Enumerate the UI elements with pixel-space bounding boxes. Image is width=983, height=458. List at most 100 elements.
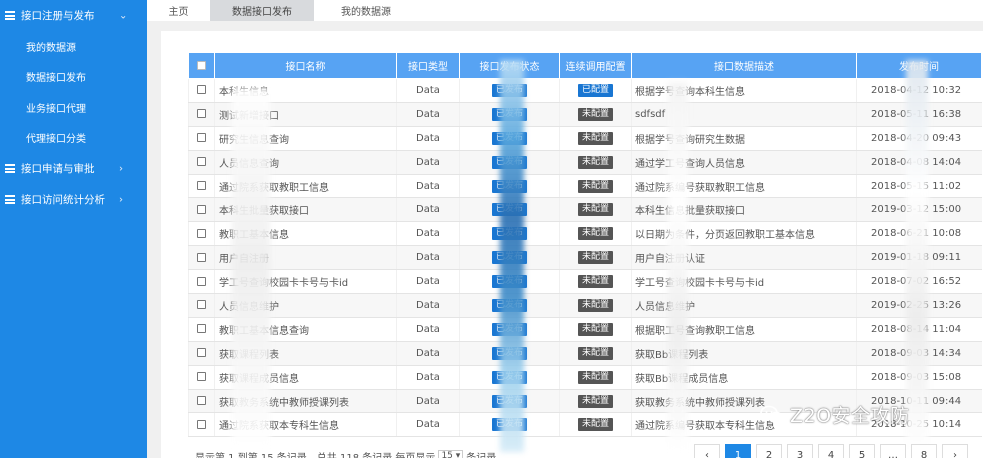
- cell-desc: 获取Bb课程列表: [631, 341, 857, 366]
- page-ellipsis: …: [880, 444, 906, 458]
- sidebar-item-business-proxy[interactable]: 业务接口代理: [0, 92, 147, 123]
- page-size-select[interactable]: 15 ▾: [438, 450, 464, 458]
- row-checkbox[interactable]: [197, 348, 206, 358]
- cell-desc: 人员信息维护: [631, 293, 857, 318]
- config-badge: 未配置: [577, 179, 613, 193]
- cell-desc: 学工号查询校园卡卡号与卡id: [631, 269, 857, 295]
- chevron-right-icon: ›: [119, 163, 123, 174]
- sidebar-group-stats[interactable]: 接口访问统计分析 ›: [0, 184, 147, 215]
- row-checkbox[interactable]: [197, 85, 206, 95]
- cell-desc: 根据职工号查询教职工信息: [631, 317, 857, 342]
- row-checkbox[interactable]: [197, 372, 206, 382]
- row-checkbox[interactable]: [197, 300, 206, 310]
- page-prev-button[interactable]: ‹: [694, 444, 720, 458]
- col-header-type[interactable]: 接口类型: [396, 52, 460, 79]
- row-checkbox[interactable]: [197, 133, 206, 143]
- cell-desc: 本科生信息批量获取接口: [631, 197, 857, 223]
- config-badge: 未配置: [577, 298, 613, 312]
- list-icon: [5, 11, 15, 20]
- row-checkbox[interactable]: [197, 252, 206, 262]
- cell-desc: 根据学号查询研究生数据: [631, 126, 857, 151]
- table-row[interactable]: 人员信息维护Data已发布未配置人员信息维护2019-02-25 13:26: [188, 293, 982, 318]
- cell-type: Data: [396, 245, 460, 271]
- config-badge: 已配置: [577, 83, 613, 97]
- tab-my-datasource[interactable]: 我的数据源: [314, 0, 418, 21]
- config-badge: 未配置: [577, 418, 613, 432]
- row-checkbox-cell[interactable]: [188, 245, 215, 271]
- row-checkbox-cell[interactable]: [188, 365, 215, 390]
- select-all-checkbox[interactable]: [197, 60, 206, 70]
- table-row[interactable]: 教职工基本信息Data已发布未配置以日期为条件，分页返回教职工基本信息2018-…: [188, 221, 982, 247]
- table-row[interactable]: 测试新增接口Data已发布未配置sdfsdf2018-05-11 16:38: [188, 102, 982, 127]
- row-checkbox[interactable]: [197, 324, 206, 334]
- page-button-4[interactable]: 4: [818, 444, 844, 458]
- col-header-desc[interactable]: 接口数据描述: [631, 52, 857, 79]
- row-checkbox-cell[interactable]: [188, 269, 215, 295]
- sidebar-group-label: 接口注册与发布: [21, 10, 95, 22]
- table-row[interactable]: 本科生信息Data已发布已配置根据学号查询本科生信息2018-04-12 10:…: [188, 78, 982, 103]
- row-checkbox-cell[interactable]: [188, 126, 215, 151]
- config-badge: 未配置: [577, 155, 613, 169]
- page-button-5[interactable]: 5: [849, 444, 875, 458]
- table-row[interactable]: 教职工基本信息查询Data已发布未配置根据职工号查询教职工信息2018-08-1…: [188, 317, 982, 342]
- col-header-config[interactable]: 连续调用配置: [559, 52, 632, 79]
- row-checkbox-cell[interactable]: [188, 317, 215, 342]
- row-checkbox-cell[interactable]: [188, 150, 215, 175]
- config-badge: 未配置: [577, 346, 613, 360]
- row-checkbox[interactable]: [197, 181, 206, 190]
- sidebar-item-data-publish[interactable]: 数据接口发布: [0, 62, 147, 93]
- cell-type: Data: [396, 317, 460, 342]
- tab-home[interactable]: 主页: [147, 0, 210, 21]
- row-checkbox-cell[interactable]: [188, 412, 215, 438]
- tab-data-publish[interactable]: 数据接口发布: [210, 0, 314, 21]
- row-checkbox[interactable]: [197, 109, 206, 119]
- cell-config: 未配置: [559, 293, 632, 318]
- row-checkbox-cell[interactable]: [188, 221, 215, 247]
- row-checkbox[interactable]: [197, 419, 206, 429]
- cell-config: 未配置: [559, 126, 632, 151]
- row-checkbox-cell[interactable]: [188, 78, 215, 103]
- table-row[interactable]: 通过院系获取教职工信息Data已发布未配置通过院系编号获取教职工信息2018-0…: [188, 174, 982, 199]
- row-checkbox[interactable]: [197, 228, 206, 238]
- row-checkbox[interactable]: [197, 157, 206, 167]
- table-row[interactable]: 获取课程列表Data已发布未配置获取Bb课程列表2018-09-03 14:34: [188, 341, 982, 366]
- row-checkbox[interactable]: [197, 276, 206, 286]
- select-all-cell[interactable]: [188, 52, 215, 79]
- page-button-3[interactable]: 3: [787, 444, 813, 458]
- page-button-8[interactable]: 8: [911, 444, 937, 458]
- row-checkbox-cell[interactable]: [188, 389, 215, 414]
- row-checkbox-cell[interactable]: [188, 293, 215, 318]
- sidebar-group-label: 接口申请与审批: [21, 163, 95, 175]
- page-button-1[interactable]: 1: [725, 444, 751, 458]
- table-row[interactable]: 人员信息查询Data已发布未配置通过学工号查询人员信息2018-04-08 14…: [188, 150, 982, 175]
- cell-type: Data: [396, 341, 460, 366]
- cell-type: Data: [396, 102, 460, 127]
- table-row[interactable]: 本科生批量获取接口Data已发布未配置本科生信息批量获取接口2019-03-12…: [188, 197, 982, 223]
- cell-type: Data: [396, 293, 460, 318]
- table-row[interactable]: 获取课程成员信息Data已发布未配置获取Bb课程成员信息2018-09-03 1…: [188, 365, 982, 390]
- page-button-2[interactable]: 2: [756, 444, 782, 458]
- config-badge: 未配置: [577, 107, 613, 121]
- table-row[interactable]: 学工号查询校园卡卡号与卡idData已发布未配置学工号查询校园卡卡号与卡id20…: [188, 269, 982, 295]
- table-row[interactable]: 研究生信息查询Data已发布未配置根据学号查询研究生数据2018-04-20 0…: [188, 126, 982, 151]
- cell-desc: 获取Bb课程成员信息: [631, 365, 857, 390]
- watermark: Z2O安全攻防: [760, 401, 910, 428]
- cell-desc: 用户自注册认证: [631, 245, 857, 271]
- row-checkbox[interactable]: [197, 396, 206, 406]
- cell-desc: 通过学工号查询人员信息: [631, 150, 857, 175]
- row-checkbox-cell[interactable]: [188, 174, 215, 199]
- sidebar-group-apply[interactable]: 接口申请与审批 ›: [0, 153, 147, 184]
- row-checkbox-cell[interactable]: [188, 197, 215, 223]
- config-badge: 未配置: [577, 275, 613, 289]
- table-row[interactable]: 用户自注册Data已发布未配置用户自注册认证2019-01-18 09:11: [188, 245, 982, 271]
- row-checkbox-cell[interactable]: [188, 341, 215, 366]
- row-checkbox-cell[interactable]: [188, 102, 215, 127]
- config-badge: 未配置: [577, 203, 613, 217]
- sidebar-item-proxy-category[interactable]: 代理接口分类: [0, 123, 147, 154]
- page-next-button[interactable]: ›: [942, 444, 968, 458]
- row-checkbox[interactable]: [197, 204, 206, 214]
- sidebar-group-register[interactable]: 接口注册与发布 ⌄: [0, 0, 147, 31]
- col-header-name[interactable]: 接口名称: [214, 52, 397, 79]
- sidebar-item-my-datasource[interactable]: 我的数据源: [0, 31, 147, 62]
- config-badge: 未配置: [577, 227, 613, 241]
